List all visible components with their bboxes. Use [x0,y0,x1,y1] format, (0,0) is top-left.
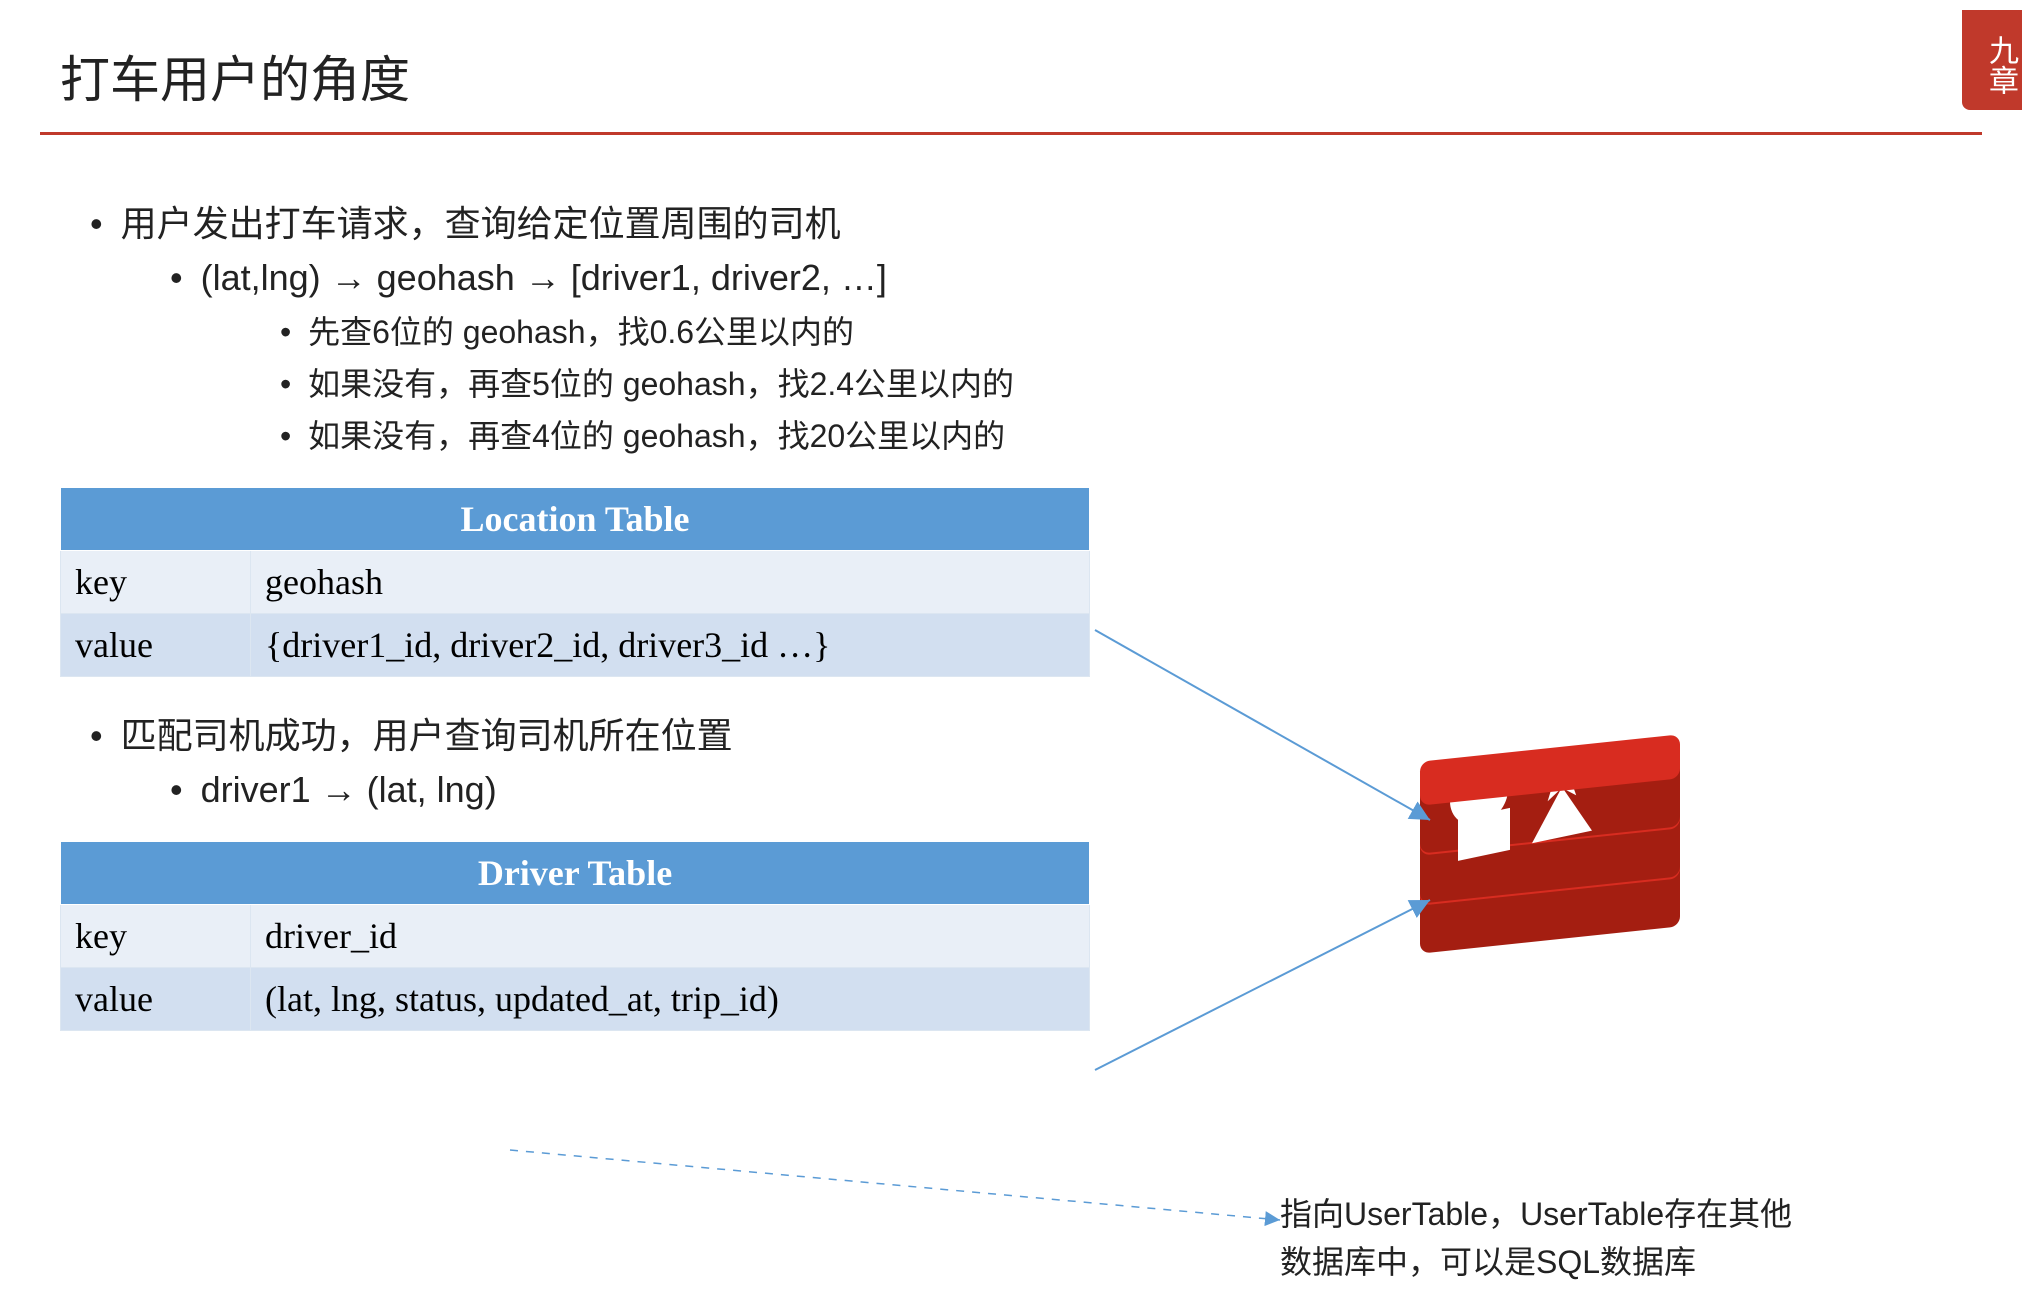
section1-item-2: 如果没有，再查4位的 geohash，找20公里以内的 [280,411,2022,457]
section1-heading: 用户发出打车请求，查询给定位置周围的司机 [90,195,2022,247]
section1-item-1: 如果没有，再查5位的 geohash，找2.4公里以内的 [280,359,2022,405]
driver-table: Driver Table key driver_id value (lat, l… [60,841,1090,1031]
driver-table-key-0: key [61,905,251,968]
section2-sub: driver1 → (lat, lng) [170,769,2022,811]
location-table-val-1: {driver1_id, driver2_id, driver3_id …} [251,614,1090,677]
driver-table-key-1: value [61,968,251,1031]
annotation-note: 指向UserTable，UserTable存在其他 数据库中，可以是SQL数据库 [1280,1190,1792,1286]
location-table: Location Table key geohash value {driver… [60,487,1090,677]
note-line-2: 数据库中，可以是SQL数据库 [1280,1238,1792,1286]
location-table-key-1: value [61,614,251,677]
driver-table-title: Driver Table [61,842,1090,905]
section1-item-0: 先查6位的 geohash，找0.6公里以内的 [280,307,2022,353]
redis-icon: ★ [1420,740,1700,980]
slide-content: 用户发出打车请求，查询给定位置周围的司机 (lat,lng) → geohash… [0,135,2022,1031]
section1-sub: (lat,lng) → geohash → [driver1, driver2,… [170,257,2022,299]
slide-title: 打车用户的角度 [0,0,2022,132]
location-table-title: Location Table [61,488,1090,551]
driver-table-val-0: driver_id [251,905,1090,968]
location-table-key-0: key [61,551,251,614]
driver-table-val-1: (lat, lng, status, updated_at, trip_id) [251,968,1090,1031]
location-table-val-0: geohash [251,551,1090,614]
section2-heading: 匹配司机成功，用户查询司机所在位置 [90,707,2022,759]
logo-badge: 九章 [1962,10,2022,110]
note-line-1: 指向UserTable，UserTable存在其他 [1280,1190,1792,1238]
